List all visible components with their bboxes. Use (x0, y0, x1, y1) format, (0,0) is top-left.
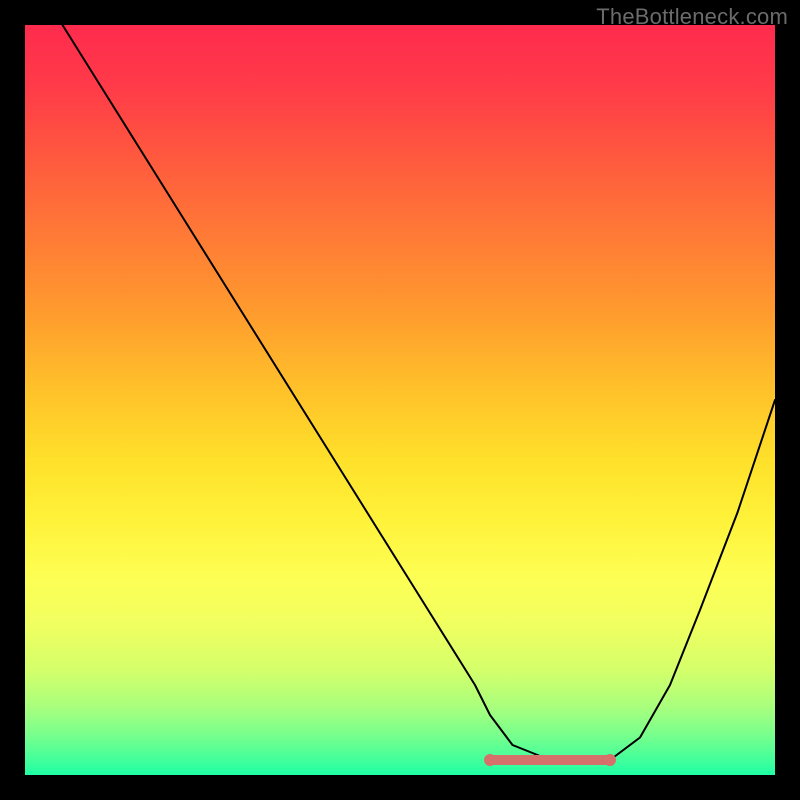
watermark-text: TheBottleneck.com (596, 4, 788, 30)
flat-region-dot-right (604, 754, 616, 766)
plot-area (25, 25, 775, 775)
curve-svg (25, 25, 775, 775)
flat-region-dot-left (484, 754, 496, 766)
bottleneck-curve (63, 25, 776, 760)
chart-frame: TheBottleneck.com (0, 0, 800, 800)
